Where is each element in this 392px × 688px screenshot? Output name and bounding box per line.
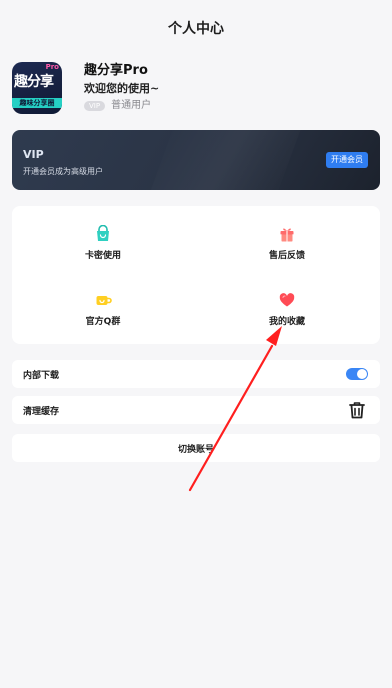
grid-label-my-favorites: 我的收藏 bbox=[268, 317, 305, 327]
title-bar: 个人中心 bbox=[0, 0, 392, 56]
toggle-knob bbox=[357, 369, 367, 379]
vip-card-shine bbox=[141, 130, 303, 190]
cup-icon bbox=[93, 290, 113, 310]
clear-cache-row[interactable]: 清理缓存 bbox=[12, 396, 380, 424]
app-logo: Pro 趣分享 趣味分享圈 bbox=[12, 62, 62, 114]
vip-card[interactable]: VIP 开通会员成为高级用户 开通会员 bbox=[12, 130, 380, 190]
switch-account-row[interactable]: 切换账号 bbox=[12, 434, 380, 462]
internal-download-toggle[interactable] bbox=[346, 368, 368, 380]
page-title: 个人中心 bbox=[168, 21, 224, 37]
grid-label-after-sales: 售后反馈 bbox=[268, 251, 305, 261]
logo-text: 趣分享 bbox=[14, 74, 54, 90]
trash-icon[interactable] bbox=[346, 399, 368, 421]
logo-strip: 趣味分享圈 bbox=[12, 98, 62, 108]
internal-download-label: 内部下载 bbox=[23, 370, 60, 381]
heart-icon bbox=[277, 290, 297, 310]
logo-badge: Pro bbox=[45, 63, 59, 71]
level-text: 普通用户 bbox=[111, 100, 152, 111]
open-vip-button[interactable]: 开通会员 bbox=[326, 152, 368, 168]
grid-label-official-qq-group: 官方Q群 bbox=[85, 317, 121, 327]
profile-section: Pro 趣分享 趣味分享圈 趣分享Pro 欢迎您的使用~ VIP 普通用户 bbox=[12, 60, 380, 116]
profile-level: VIP 普通用户 bbox=[84, 98, 159, 114]
feature-grid: 卡密使用 售后反馈 官方Q群 我的收藏 bbox=[12, 206, 380, 344]
shopping-bag-icon bbox=[93, 224, 113, 244]
switch-account-label: 切换账号 bbox=[177, 444, 214, 455]
grid-label-card-use: 卡密使用 bbox=[84, 251, 121, 261]
grid-item-after-sales[interactable]: 售后反馈 bbox=[237, 224, 337, 272]
grid-item-official-qq-group[interactable]: 官方Q群 bbox=[53, 290, 153, 338]
profile-name: 趣分享Pro bbox=[84, 63, 148, 78]
profile-greeting: 欢迎您的使用~ bbox=[84, 82, 160, 95]
vip-title: VIP bbox=[23, 148, 44, 161]
vip-pill: VIP bbox=[84, 101, 106, 111]
internal-download-row[interactable]: 内部下载 bbox=[12, 360, 380, 388]
clear-cache-label: 清理缓存 bbox=[23, 406, 60, 417]
gift-icon bbox=[277, 224, 297, 244]
grid-item-card-use[interactable]: 卡密使用 bbox=[53, 224, 153, 272]
grid-item-my-favorites[interactable]: 我的收藏 bbox=[237, 290, 337, 338]
vip-subtitle: 开通会员成为高级用户 bbox=[23, 167, 103, 176]
profile-info: 趣分享Pro 欢迎您的使用~ VIP 普通用户 bbox=[84, 62, 159, 114]
